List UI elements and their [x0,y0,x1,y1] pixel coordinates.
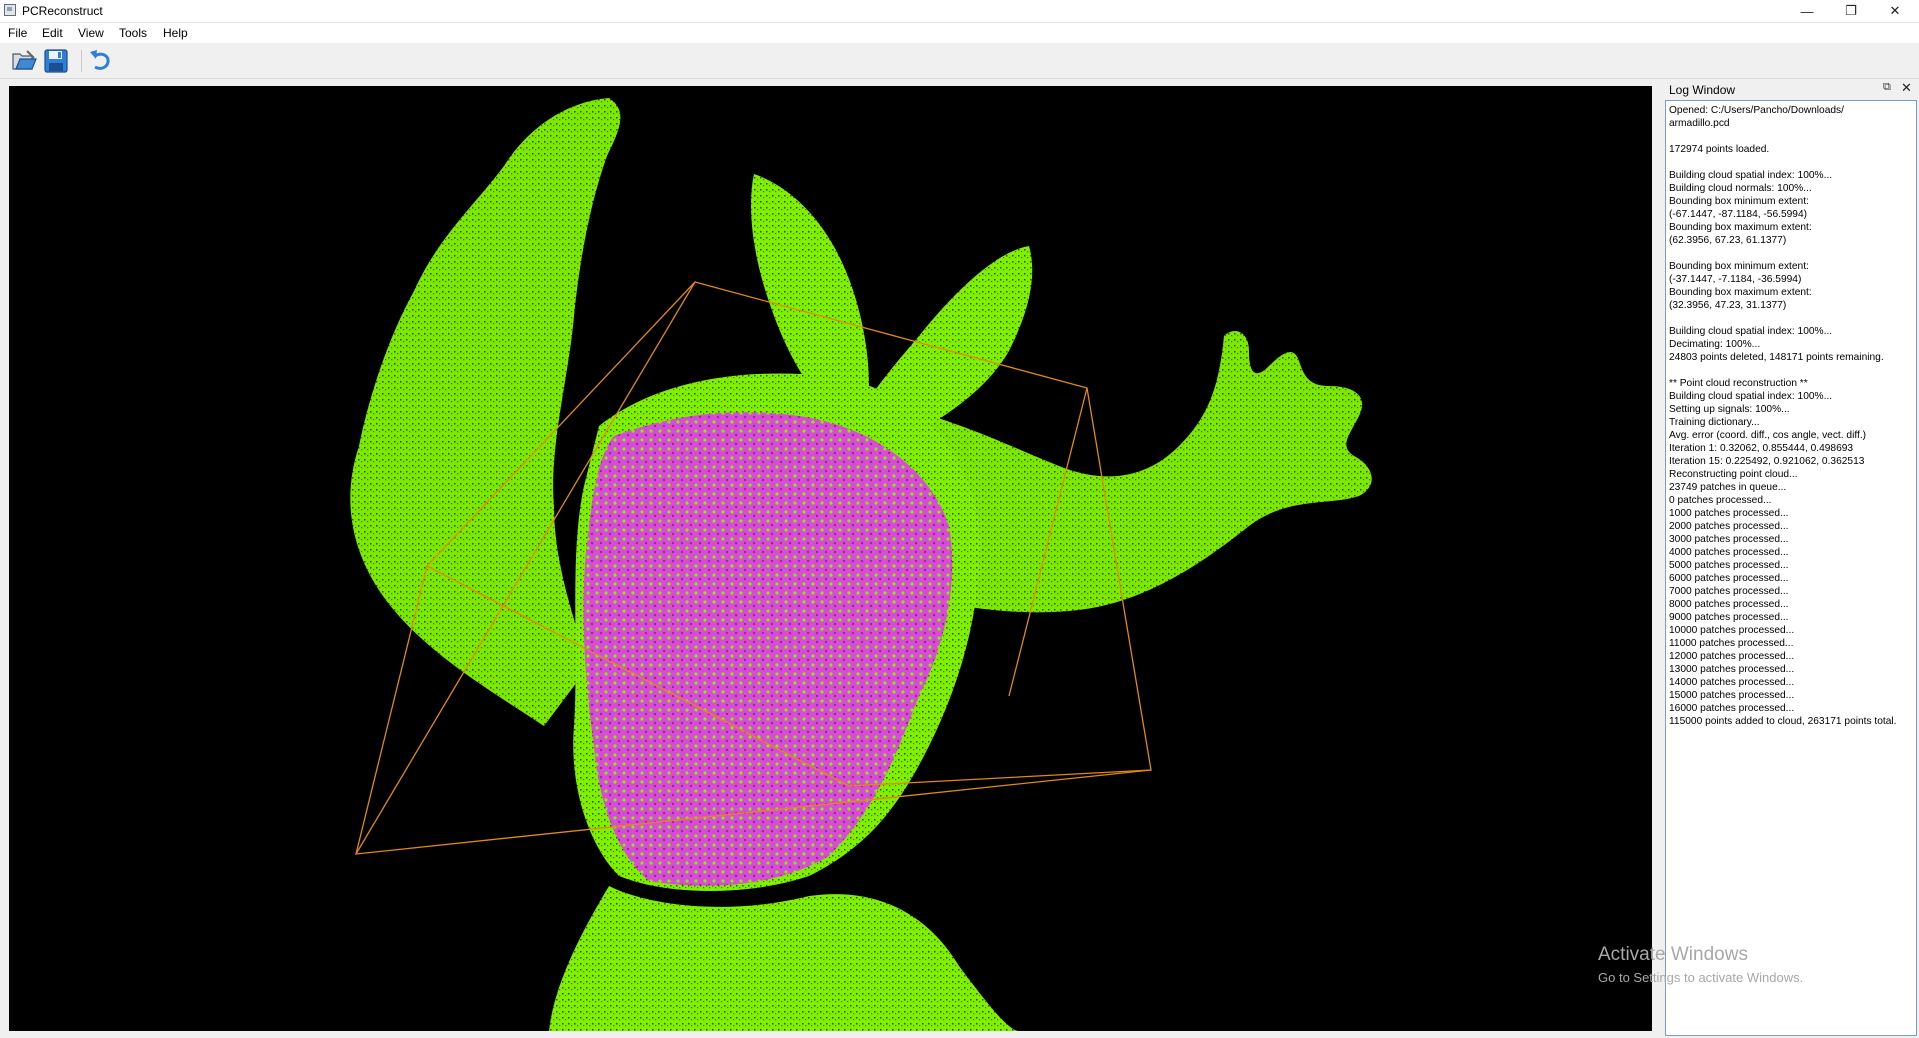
reconstructed-points [583,412,953,886]
menu-view[interactable]: View [78,26,104,40]
title-bar: PCReconstruct — ❐ ✕ [0,0,1919,23]
log-line: 9000 patches processed... [1669,612,1789,623]
log-window-header: Log Window ⧉ ✕ [1663,79,1919,99]
activate-windows-watermark: Activate Windows Go to Settings to activ… [1598,944,1803,985]
log-line: Building cloud spatial index: 100%... [1669,326,1833,337]
log-line: Bounding box minimum extent: [1669,261,1809,272]
log-line: Avg. error (coord. diff., cos angle, vec… [1669,430,1867,441]
log-line: 115000 points added to cloud, 263171 poi… [1669,716,1897,727]
watermark-title: Activate Windows [1598,944,1748,965]
open-icon [12,50,37,70]
log-text-area[interactable]: Opened: C:/Users/Pancho/Downloads/armadi… [1665,100,1917,1036]
log-line: Opened: C:/Users/Pancho/Downloads/ [1669,105,1844,116]
point-cloud-viewport[interactable] [9,86,1652,1031]
log-line: 15000 patches processed... [1669,690,1795,701]
log-line: (32.3956, 47.23, 31.1377) [1669,300,1787,311]
toolbar-separator [81,50,82,72]
log-line: 1000 patches processed... [1669,508,1789,519]
save-icon [44,49,68,73]
log-window: Log Window ⧉ ✕ Opened: C:/Users/Pancho/D… [1663,79,1919,1038]
log-line: 172974 points loaded. [1669,144,1770,155]
close-button[interactable]: ✕ [1873,0,1917,22]
watermark-subtitle: Go to Settings to activate Windows. [1598,970,1804,985]
log-line: 4000 patches processed... [1669,547,1789,558]
log-line: 2000 patches processed... [1669,521,1789,532]
log-line: Bounding box maximum extent: [1669,287,1812,298]
menu-edit[interactable]: Edit [42,26,63,40]
log-line: (62.3956, 67.23, 61.1377) [1669,235,1787,246]
menu-bar: File Edit View Tools Help [0,23,1919,43]
log-line: 12000 patches processed... [1669,651,1795,662]
armadillo-legs [549,886,1019,1031]
log-line: (-37.1447, -7.1184, -36.5994) [1669,274,1802,285]
log-line: 23749 patches in queue... [1669,482,1787,493]
log-line: 13000 patches processed... [1669,664,1795,675]
log-line: ** Point cloud reconstruction ** [1669,378,1808,389]
menu-tools[interactable]: Tools [119,26,147,40]
minimize-button[interactable]: — [1785,0,1829,22]
maximize-button[interactable]: ❐ [1829,0,1873,22]
menu-help[interactable]: Help [163,26,188,40]
log-line: Bounding box maximum extent: [1669,222,1812,233]
log-line: Building cloud spatial index: 100%... [1669,391,1833,402]
log-line: 14000 patches processed... [1669,677,1795,688]
log-line: 24803 points deleted, 148171 points rema… [1669,352,1884,363]
open-button[interactable] [10,47,38,75]
log-line: armadillo.pcd [1669,118,1730,129]
log-line: 10000 patches processed... [1669,625,1795,636]
save-button[interactable] [42,47,70,75]
log-line: Reconstructing point cloud... [1669,469,1798,480]
log-line: Iteration 15: 0.225492, 0.921062, 0.3625… [1669,456,1865,467]
float-panel-icon[interactable]: ⧉ [1883,81,1891,94]
armadillo-ear-left [751,174,869,396]
log-line: Training dictionary... [1669,417,1760,428]
undo-button[interactable] [86,47,114,75]
log-line: Decimating: 100%... [1669,339,1761,350]
log-line: Bounding box minimum extent: [1669,196,1809,207]
log-line: 6000 patches processed... [1669,573,1789,584]
log-window-title: Log Window [1669,83,1736,97]
log-line: Setting up signals: 100%... [1669,404,1790,415]
log-line: 16000 patches processed... [1669,703,1795,714]
undo-icon [90,50,110,70]
toolbar [0,44,1919,79]
log-line: 0 patches processed... [1669,495,1772,506]
log-line: 3000 patches processed... [1669,534,1789,545]
log-line: 5000 patches processed... [1669,560,1789,571]
log-line: (-67.1447, -87.1184, -56.5994) [1669,209,1808,220]
log-line: Iteration 1: 0.32062, 0.855444, 0.498693 [1669,443,1854,454]
log-line: 8000 patches processed... [1669,599,1789,610]
log-line: 7000 patches processed... [1669,586,1789,597]
log-line: Building cloud spatial index: 100%... [1669,170,1833,181]
log-line: Building cloud normals: 100%... [1669,183,1812,194]
point-cloud-render [350,98,1372,1031]
menu-file[interactable]: File [8,26,27,40]
window-title: PCReconstruct [22,4,103,18]
app-icon [4,4,16,16]
status-bar [0,1032,1660,1038]
close-panel-icon[interactable]: ✕ [1901,80,1912,96]
log-line: 11000 patches processed... [1669,638,1794,649]
